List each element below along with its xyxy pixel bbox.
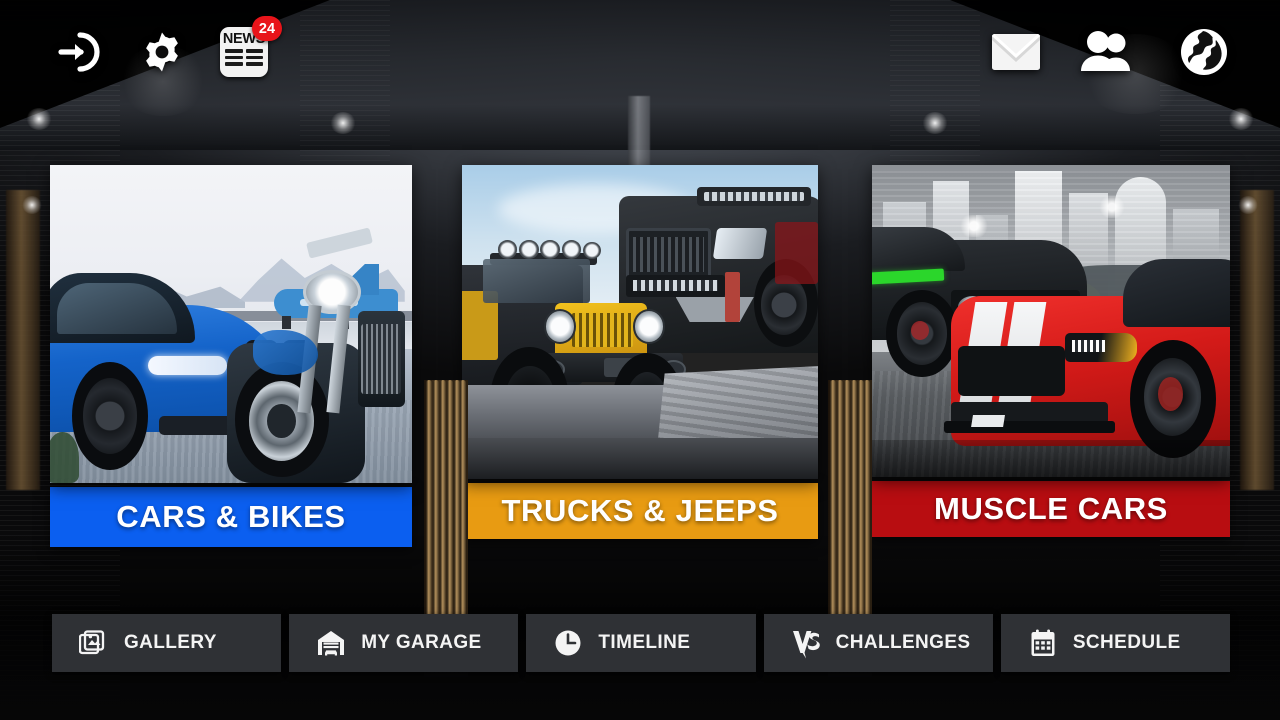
- news-badge: 24: [252, 16, 282, 41]
- bottom-navigation-bar: GALLERY MY GARAGE TIMELINE CHALLENGES SC…: [52, 614, 1231, 672]
- card-image-trucks-jeeps: [462, 165, 818, 479]
- photos-icon: [78, 627, 110, 659]
- card-image-muscle-cars: [872, 165, 1230, 477]
- news-icon-body: NEWS 24: [220, 16, 282, 77]
- card-label-muscle-cars[interactable]: MUSCLE CARS: [872, 481, 1230, 537]
- ceiling-light: [26, 108, 52, 130]
- nav-button-timeline[interactable]: TIMELINE: [526, 614, 756, 672]
- globe-icon[interactable]: [1176, 24, 1232, 80]
- ceiling-light: [922, 112, 948, 134]
- nav-label-gallery: GALLERY: [124, 632, 217, 653]
- nav-button-my-garage[interactable]: MY GARAGE: [289, 614, 519, 672]
- card-label-trucks-jeeps[interactable]: TRUCKS & JEEPS: [462, 483, 818, 539]
- category-card-cars-bikes[interactable]: CARS & BIKES: [50, 165, 412, 547]
- category-card-trucks-jeeps[interactable]: TRUCKS & JEEPS: [462, 165, 818, 539]
- news-icon-lines: [225, 49, 263, 71]
- header-left-icons: NEWS 24: [50, 16, 282, 80]
- ceiling-light: [330, 112, 356, 134]
- top-header-bar: NEWS 24: [0, 0, 1280, 105]
- garage-icon: [315, 627, 347, 659]
- nav-button-schedule[interactable]: SCHEDULE: [1000, 614, 1231, 672]
- category-card-muscle-cars[interactable]: MUSCLE CARS: [872, 165, 1230, 537]
- category-card-row: CARS & BIKES TRUCKS & JEEPS MUSCLE CARS: [0, 165, 1280, 677]
- vs-icon: [790, 627, 822, 659]
- ceiling-light: [1228, 108, 1254, 130]
- nav-button-gallery[interactable]: GALLERY: [52, 614, 282, 672]
- card-label-cars-bikes[interactable]: CARS & BIKES: [50, 487, 412, 547]
- header-right-icons: [988, 24, 1232, 80]
- card-image-cars-bikes: [50, 165, 412, 483]
- nav-label-schedule: SCHEDULE: [1072, 632, 1181, 653]
- nav-label-my-garage: MY GARAGE: [361, 632, 482, 653]
- mail-icon[interactable]: [988, 24, 1044, 80]
- clock-icon: [552, 627, 584, 659]
- nav-button-challenges[interactable]: CHALLENGES: [763, 614, 993, 672]
- nav-label-timeline: TIMELINE: [598, 632, 691, 653]
- login-icon[interactable]: [50, 24, 106, 80]
- settings-gear-icon[interactable]: [134, 24, 190, 80]
- nav-label-challenges: CHALLENGES: [835, 632, 971, 653]
- calendar-icon: [1027, 627, 1059, 659]
- news-icon[interactable]: NEWS 24: [218, 16, 282, 80]
- friends-icon[interactable]: [1078, 24, 1142, 80]
